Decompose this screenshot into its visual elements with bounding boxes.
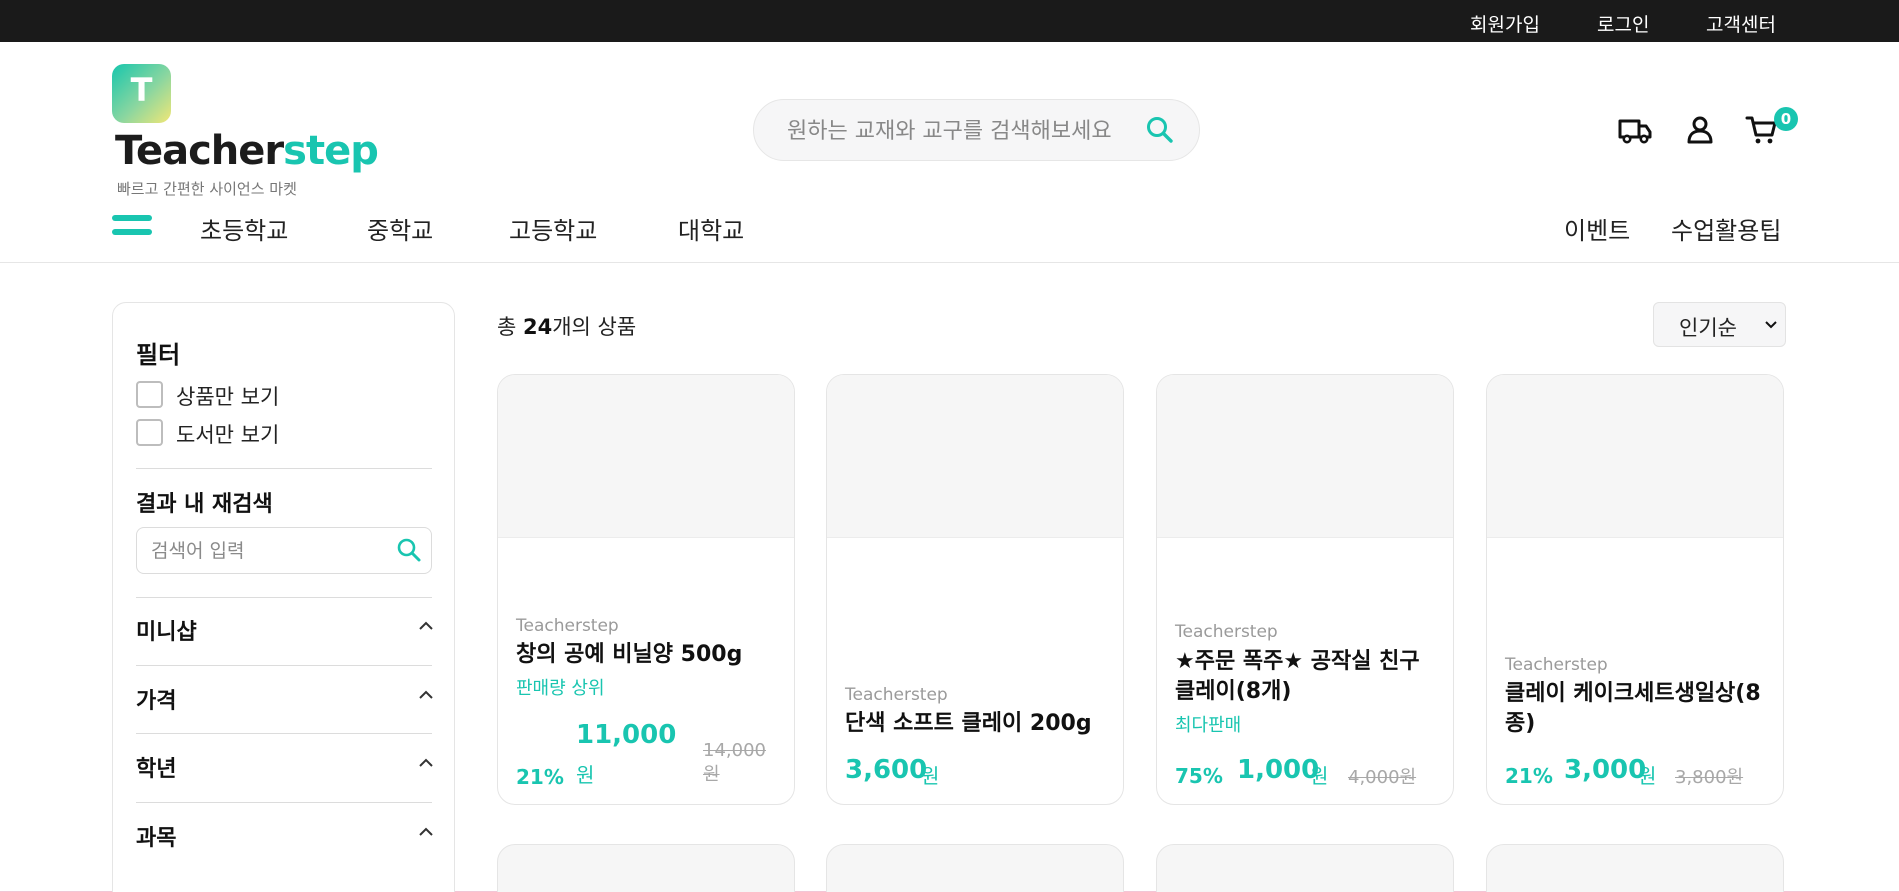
chevron-up-icon[interactable]	[417, 826, 435, 838]
research-box	[136, 527, 432, 574]
product-card[interactable]	[1156, 844, 1454, 892]
product-image[interactable]	[498, 375, 794, 538]
product-currency: 원	[1638, 764, 1657, 788]
checkbox-books-only[interactable]	[136, 419, 163, 446]
research-title: 결과 내 재검색	[136, 492, 273, 517]
product-currency: 원	[576, 763, 595, 787]
product-image[interactable]	[827, 375, 1123, 538]
product-name[interactable]: 창의 공예 비닐양 500g	[516, 640, 776, 670]
product-name[interactable]: ★주문 폭주★ 공작실 친구 클레이(8개)	[1175, 647, 1435, 707]
product-card[interactable]	[1486, 844, 1784, 892]
filter-divider	[136, 733, 432, 734]
product-card[interactable]	[826, 844, 1124, 892]
product-currency: 원	[921, 764, 940, 788]
search-input[interactable]	[787, 114, 1127, 148]
header-divider	[0, 262, 1899, 263]
sort-selected-value: 인기순	[1679, 316, 1737, 340]
section-subject[interactable]: 과목	[136, 820, 176, 852]
login-link[interactable]: 로그인	[1597, 10, 1649, 37]
logo-letter: T	[130, 71, 153, 109]
product-original-price: 3,800원	[1675, 767, 1744, 788]
brand-name-part2: step	[283, 128, 379, 174]
nav-event[interactable]: 이벤트	[1564, 211, 1630, 246]
product-brand: Teacherstep	[516, 616, 619, 636]
section-minishop[interactable]: 미니샵	[136, 614, 197, 646]
nav-university[interactable]: 대학교	[678, 211, 744, 246]
product-card[interactable]	[497, 844, 795, 892]
checkbox-products-only-label[interactable]: 상품만 보기	[176, 381, 279, 411]
research-input[interactable]	[151, 537, 381, 565]
product-name[interactable]: 단색 소프트 클레이 200g	[845, 709, 1105, 739]
result-count-suffix: 개의 상품	[552, 315, 637, 339]
product-name[interactable]: 클레이 케이크세트생일상(8종)	[1505, 679, 1765, 739]
product-card[interactable]: Teacherstep 단색 소프트 클레이 200g 3,600 원	[826, 374, 1124, 805]
section-price[interactable]: 가격	[136, 683, 176, 715]
top-utility-bar: 회원가입 로그인 고객센터	[0, 0, 1899, 42]
brand-wordmark[interactable]: Teacherstep	[115, 128, 379, 174]
nav-middle-school[interactable]: 중학교	[367, 211, 433, 246]
product-card[interactable]: Teacherstep ★주문 폭주★ 공작실 친구 클레이(8개) 최다판매 …	[1156, 374, 1454, 805]
product-currency: 원	[1310, 764, 1329, 788]
product-price: 1,000	[1237, 755, 1320, 785]
product-card[interactable]: Teacherstep 클레이 케이크세트생일상(8종) 21% 3,000 원…	[1486, 374, 1784, 805]
user-icon[interactable]	[1682, 112, 1718, 148]
product-image[interactable]	[1487, 375, 1783, 538]
result-count: 총 24개의 상품	[497, 311, 636, 341]
chevron-up-icon[interactable]	[417, 689, 435, 701]
product-price: 11,000	[576, 720, 677, 750]
sort-select[interactable]: 인기순	[1653, 302, 1786, 347]
product-price: 3,600	[845, 755, 928, 785]
brand-name-part1: Teacher	[115, 128, 284, 174]
product-tag: 판매량 상위	[516, 678, 605, 699]
result-count-prefix: 총	[497, 315, 523, 339]
cart-count-badge: 0	[1774, 107, 1798, 131]
nav-elementary[interactable]: 초등학교	[200, 211, 288, 246]
product-brand: Teacherstep	[1175, 622, 1278, 642]
customer-center-link[interactable]: 고객센터	[1706, 10, 1776, 37]
product-card[interactable]: Teacherstep 창의 공예 비닐양 500g 판매량 상위 21% 11…	[497, 374, 795, 805]
chevron-down-icon	[1765, 321, 1777, 329]
product-discount: 21%	[516, 765, 564, 789]
delivery-truck-icon[interactable]	[1617, 112, 1653, 148]
product-image[interactable]	[1157, 375, 1453, 538]
section-grade[interactable]: 학년	[136, 751, 176, 783]
product-discount: 75%	[1175, 764, 1223, 788]
signup-link[interactable]: 회원가입	[1470, 10, 1540, 37]
search-icon[interactable]	[395, 536, 423, 564]
chevron-up-icon[interactable]	[417, 620, 435, 632]
search-bar	[753, 99, 1200, 161]
product-discount: 21%	[1505, 764, 1553, 788]
product-original-price: 4,000원	[1348, 767, 1417, 788]
filter-divider	[136, 802, 432, 803]
filter-divider	[136, 597, 432, 598]
result-count-number: 24	[523, 315, 553, 339]
product-tag: 최다판매	[1175, 715, 1242, 736]
checkbox-books-only-label[interactable]: 도서만 보기	[176, 419, 279, 449]
nav-high-school[interactable]: 고등학교	[509, 211, 597, 246]
chevron-up-icon[interactable]	[417, 757, 435, 769]
menu-icon[interactable]	[112, 215, 152, 239]
filter-title: 필터	[136, 341, 181, 369]
product-brand: Teacherstep	[845, 685, 948, 705]
brand-tagline: 빠르고 간편한 사이언스 마켓	[117, 180, 297, 198]
search-icon[interactable]	[1144, 114, 1176, 146]
filter-divider	[136, 468, 432, 469]
nav-class-tips[interactable]: 수업활용팁	[1671, 211, 1781, 246]
checkbox-products-only[interactable]	[136, 381, 163, 408]
filter-divider	[136, 665, 432, 666]
product-brand: Teacherstep	[1505, 655, 1608, 675]
logo-icon[interactable]: T	[112, 64, 171, 123]
product-original-price: 14,000원	[703, 740, 766, 785]
product-price: 3,000	[1564, 755, 1647, 785]
